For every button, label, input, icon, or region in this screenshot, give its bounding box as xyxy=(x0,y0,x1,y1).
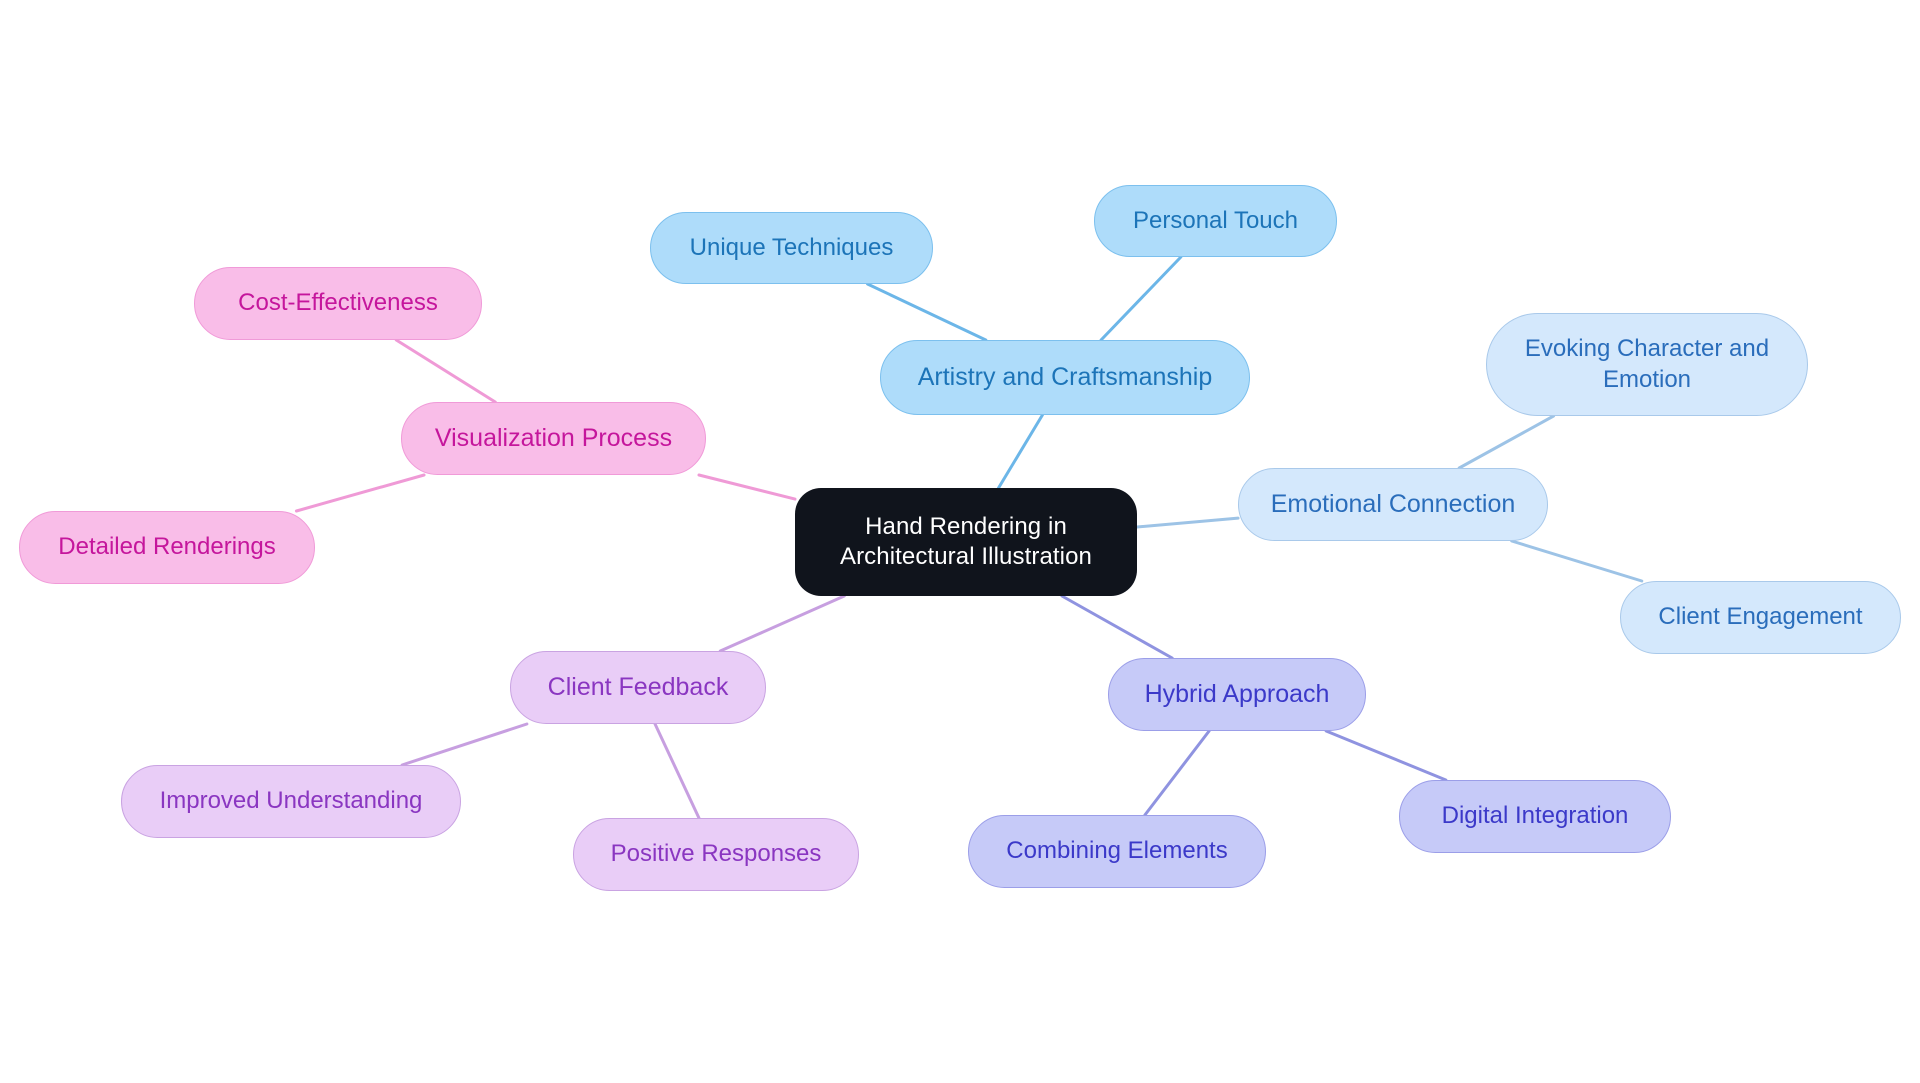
leaf-node-detailed-renderings[interactable]: Detailed Renderings xyxy=(19,511,315,584)
connector-visualization-process-to-detailed-renderings xyxy=(294,473,426,513)
leaf-node-cost-effectiveness[interactable]: Cost-Effectiveness xyxy=(194,267,482,340)
branch-node-visualization-process[interactable]: Visualization Process xyxy=(401,402,706,475)
connector-hybrid-approach-to-digital-integration xyxy=(1324,729,1448,782)
leaf-node-positive-responses-label: Positive Responses xyxy=(610,840,822,868)
branch-node-artistry[interactable]: Artistry and Craftsmanship xyxy=(880,340,1250,415)
leaf-node-combining-elements[interactable]: Combining Elements xyxy=(968,815,1266,888)
connector-root-to-artistry xyxy=(996,413,1044,490)
leaf-node-combining-elements-label: Combining Elements xyxy=(1006,837,1228,865)
branch-node-emotional-connection-label: Emotional Connection xyxy=(1270,489,1516,518)
connector-emotional-connection-to-evoking-character-and-emotion xyxy=(1457,414,1556,470)
branch-node-client-feedback-label: Client Feedback xyxy=(547,672,729,701)
root-node-root-label: Hand Rendering in Architectural Illustra… xyxy=(839,512,1093,570)
connector-hybrid-approach-to-combining-elements xyxy=(1143,729,1211,817)
leaf-node-evoking-character-and-emotion[interactable]: Evoking Character and Emotion xyxy=(1486,313,1808,416)
leaf-node-improved-understanding[interactable]: Improved Understanding xyxy=(121,765,461,838)
connector-client-feedback-to-improved-understanding xyxy=(400,722,529,767)
leaf-node-evoking-character-and-emotion-label: Evoking Character and Emotion xyxy=(1524,335,1770,393)
connector-artistry-to-personal-touch xyxy=(1099,255,1183,342)
leaf-node-improved-understanding-label: Improved Understanding xyxy=(159,787,423,815)
leaf-node-personal-touch-label: Personal Touch xyxy=(1133,206,1298,234)
leaf-node-client-engagement-label: Client Engagement xyxy=(1658,603,1863,631)
connector-visualization-process-to-cost-effectiveness xyxy=(394,338,497,404)
branch-node-emotional-connection[interactable]: Emotional Connection xyxy=(1238,468,1548,541)
branch-node-artistry-label: Artistry and Craftsmanship xyxy=(917,362,1213,391)
branch-node-hybrid-approach-label: Hybrid Approach xyxy=(1144,679,1330,708)
branch-node-visualization-process-label: Visualization Process xyxy=(434,423,673,452)
connector-root-to-hybrid-approach xyxy=(1060,594,1174,660)
branch-node-client-feedback[interactable]: Client Feedback xyxy=(510,651,766,724)
connector-root-to-client-feedback xyxy=(718,594,846,653)
branch-node-hybrid-approach[interactable]: Hybrid Approach xyxy=(1108,658,1366,731)
leaf-node-personal-touch[interactable]: Personal Touch xyxy=(1094,185,1337,257)
leaf-node-detailed-renderings-label: Detailed Renderings xyxy=(58,533,276,561)
leaf-node-positive-responses[interactable]: Positive Responses xyxy=(573,818,859,891)
leaf-node-client-engagement[interactable]: Client Engagement xyxy=(1620,581,1901,654)
connector-artistry-to-unique-techniques xyxy=(866,282,988,342)
connector-client-feedback-to-positive-responses xyxy=(653,722,701,820)
leaf-node-digital-integration[interactable]: Digital Integration xyxy=(1399,780,1671,853)
root-node-root[interactable]: Hand Rendering in Architectural Illustra… xyxy=(795,488,1137,596)
leaf-node-cost-effectiveness-label: Cost-Effectiveness xyxy=(238,289,438,317)
connector-emotional-connection-to-client-engagement xyxy=(1510,539,1644,583)
leaf-node-unique-techniques[interactable]: Unique Techniques xyxy=(650,212,933,284)
connector-root-to-visualization-process xyxy=(697,473,797,501)
leaf-node-digital-integration-label: Digital Integration xyxy=(1441,802,1629,830)
connector-root-to-emotional-connection xyxy=(1135,516,1240,529)
mindmap-canvas: Hand Rendering in Architectural Illustra… xyxy=(0,0,1920,1083)
leaf-node-unique-techniques-label: Unique Techniques xyxy=(689,233,894,261)
